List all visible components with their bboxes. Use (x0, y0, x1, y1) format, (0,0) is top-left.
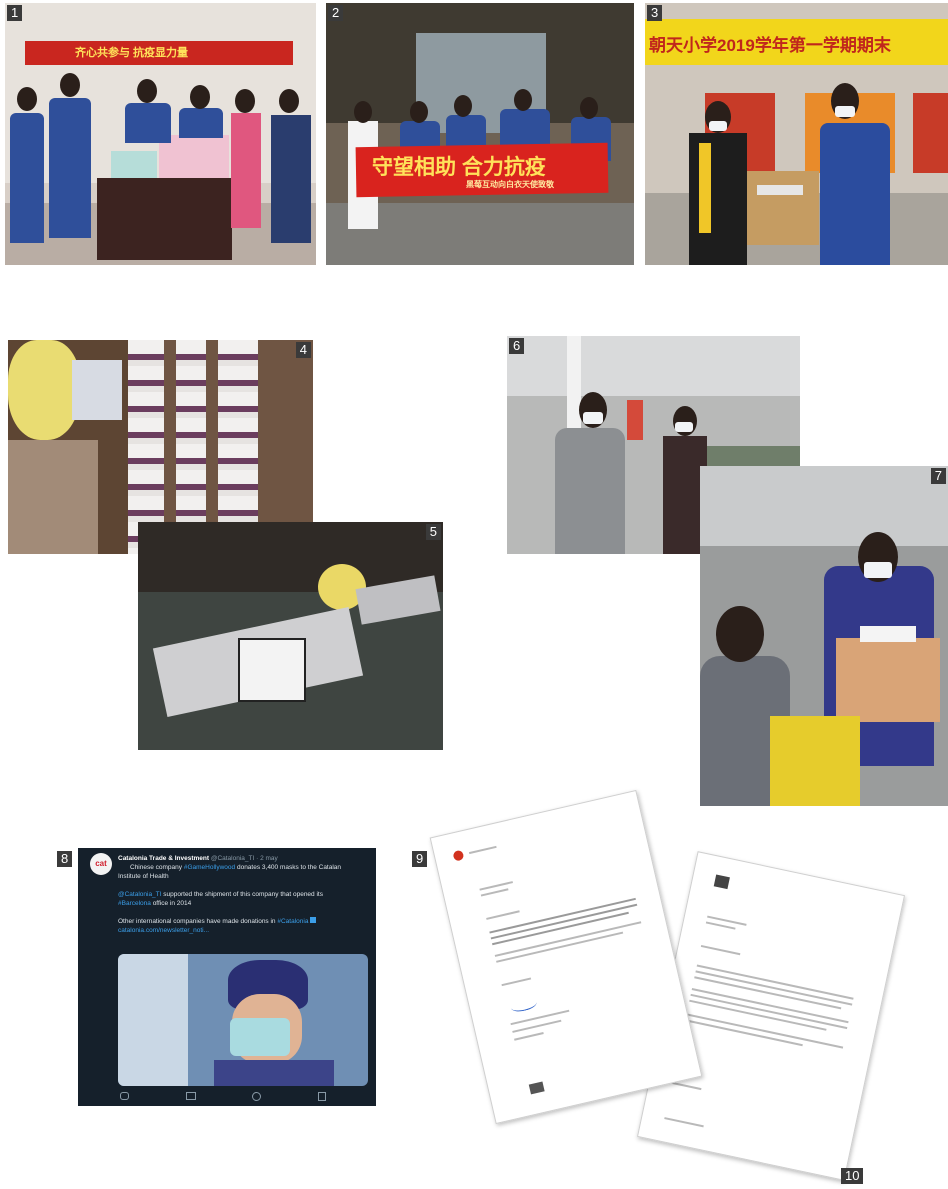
photo-1-table (97, 178, 232, 260)
photo-4-plush-chick (8, 340, 80, 440)
tweet-like-icon[interactable] (252, 1092, 261, 1101)
letter-front (429, 789, 703, 1125)
photo-7-box (836, 638, 940, 722)
photo-1-team-donation: 齐心共参与 抗疫显力量 1 (5, 3, 316, 265)
tweet-hashtag-link[interactable]: #Catalonia (277, 918, 308, 925)
photo-7-office-box-delivery: 7 (700, 466, 948, 806)
photo-number: 1 (7, 5, 23, 21)
tweet-handle: @Catalonia_TI · 2 may (210, 855, 278, 862)
photo-number: 3 (647, 5, 663, 21)
tweet-flag-icon (310, 917, 317, 923)
photo-3-school-handover: 朝天小学2019学年第一学期期末 3 (645, 3, 948, 265)
tweet-retweet-icon[interactable] (186, 1092, 196, 1100)
photo-number: 2 (328, 5, 344, 21)
tweet-text: Chinese company (130, 864, 184, 871)
tweet-hashtag-link[interactable]: #Barcelona (118, 900, 151, 907)
tweet-text: donates 3,400 masks to the Catalan (235, 864, 342, 871)
photo-number: 10 (841, 1168, 864, 1184)
photo-number: 9 (412, 851, 428, 867)
photo-2-banner-group: 守望相助 合力抗疫 黑莓互动向白衣天使致敬 2 (326, 3, 634, 265)
tweet-text: Institute of Health (118, 873, 169, 880)
photo-number: 8 (57, 851, 73, 867)
tweet-text: Other international companies have made … (118, 918, 278, 925)
photo-2-banner-subtext: 黑莓互动向白衣天使致敬 (466, 180, 554, 189)
tweet-hashtag-link[interactable]: #GameHollywood (184, 864, 235, 871)
photo-8-tweet-screenshot: cat Catalonia Trade & Investment @Catalo… (78, 848, 376, 1106)
photo-3-box (747, 171, 819, 245)
photo-1-banner-text: 齐心共参与 抗疫显力量 (75, 47, 189, 59)
photo-3-banner-text: 朝天小学2019学年第一学期期末 (649, 36, 891, 55)
letter-signature (509, 996, 538, 1014)
tweet-reply-icon[interactable] (120, 1092, 129, 1100)
tweet-text: office in 2014 (150, 900, 192, 907)
photo-number: 7 (930, 468, 946, 484)
tweet-text: supported the shipment of this company t… (161, 891, 323, 898)
tweet-share-icon[interactable] (318, 1092, 326, 1101)
photo-2-banner-text: 守望相助 合力抗疫 (372, 156, 546, 179)
tweet-mention-link[interactable]: @Catalonia_TI (118, 891, 161, 898)
photo-number: 4 (295, 342, 311, 358)
tweet-url-link[interactable]: catalonia.com/newsletter_noti... (118, 926, 209, 935)
photo-5-masks-pile: 5 (138, 522, 443, 750)
photo-number: 5 (425, 524, 441, 540)
photo-number: 6 (509, 338, 525, 354)
photo-7-yellow-jacket (770, 716, 860, 806)
tweet-image[interactable] (118, 954, 368, 1086)
photo-1-boxes (111, 151, 157, 178)
tweet-author: Catalonia Trade & Investment (118, 855, 210, 862)
tweet-avatar: cat (90, 853, 112, 875)
